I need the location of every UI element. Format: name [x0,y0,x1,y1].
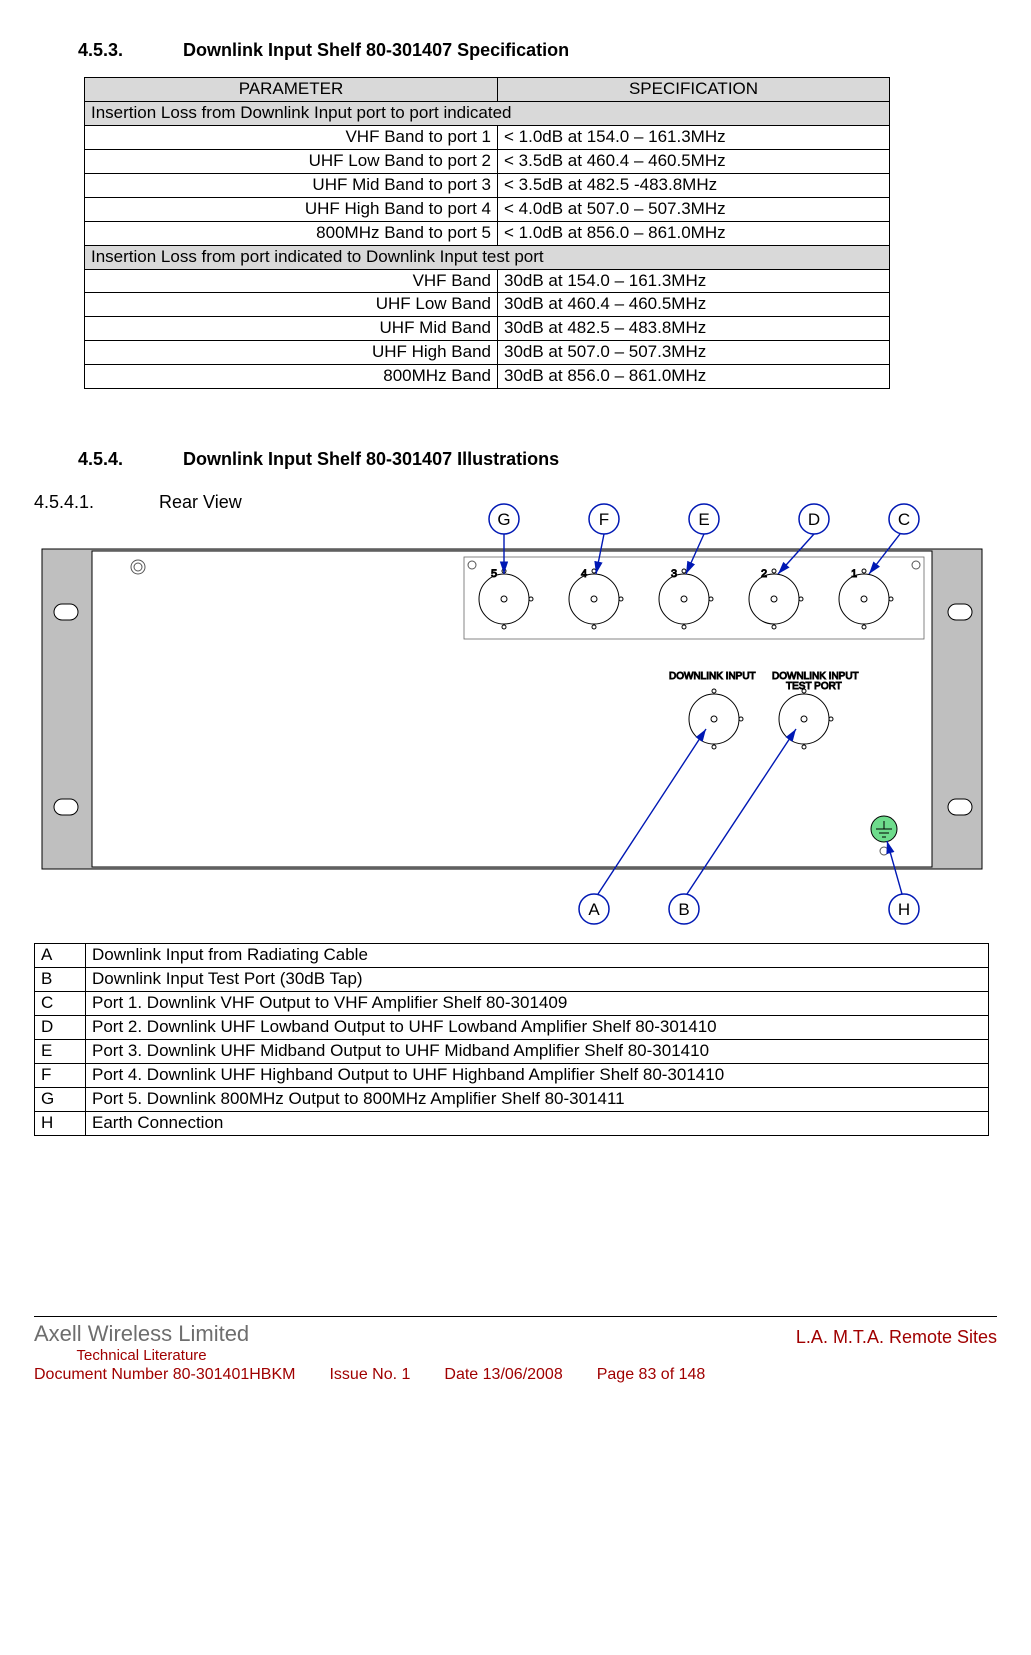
callout-k: D [35,1016,86,1040]
svg-text:2: 2 [761,568,767,580]
footer-left: Axell Wireless Limited Technical Literat… [34,1321,249,1364]
callout-v: Port 4. Downlink UHF Highband Output to … [86,1063,989,1087]
spec-r: UHF High Band to port 4 [85,197,498,221]
footer-date: Date 13/06/2008 [444,1366,562,1384]
spec-r: < 1.0dB at 154.0 – 161.3MHz [498,125,890,149]
footer-company: Axell Wireless Limited [34,1321,249,1347]
heading-453: 4.5.3. Downlink Input Shelf 80-301407 Sp… [78,40,997,61]
spec-r: < 1.0dB at 856.0 – 861.0MHz [498,221,890,245]
heading-454: 4.5.4. Downlink Input Shelf 80-301407 Il… [78,449,997,470]
svg-text:DOWNLINK INPUT: DOWNLINK INPUT [669,671,756,682]
callout-v: Downlink Input Test Port (30dB Tap) [86,968,989,992]
callout-v: Port 2. Downlink UHF Lowband Output to U… [86,1016,989,1040]
spec-hdr-param: PARAMETER [85,78,498,102]
spec-r: 30dB at 460.4 – 460.5MHz [498,293,890,317]
heading-454-num: 4.5.4. [78,449,178,470]
spec-r: 30dB at 482.5 – 483.8MHz [498,317,890,341]
spec-r: 30dB at 154.0 – 161.3MHz [498,269,890,293]
spec-group2: Insertion Loss from port indicated to Do… [85,245,890,269]
callout-k: G [35,1087,86,1111]
spec-r: VHF Band [85,269,498,293]
spec-group1: Insertion Loss from Downlink Input port … [85,101,890,125]
footer-site: L.A. M.T.A. Remote Sites [796,1327,997,1348]
svg-text:3: 3 [671,568,677,580]
callout-v: Port 1. Downlink VHF Output to VHF Ampli… [86,992,989,1016]
footer-doc: Document Number 80-301401HBKM [34,1366,295,1384]
spec-r: 30dB at 507.0 – 507.3MHz [498,341,890,365]
svg-text:G: G [497,510,510,529]
footer: Axell Wireless Limited Technical Literat… [34,1316,997,1364]
svg-text:D: D [808,510,820,529]
callout-k: F [35,1063,86,1087]
svg-text:5: 5 [491,568,497,580]
spec-hdr-spec: SPECIFICATION [498,78,890,102]
footer-issue: Issue No. 1 [329,1366,410,1384]
spec-r: < 3.5dB at 460.4 – 460.5MHz [498,149,890,173]
spec-r: < 3.5dB at 482.5 -483.8MHz [498,173,890,197]
svg-text:4: 4 [581,568,587,580]
spec-r: UHF Low Band to port 2 [85,149,498,173]
svg-text:B: B [678,900,689,919]
svg-text:E: E [698,510,709,529]
svg-text:A: A [588,900,600,919]
callout-v: Earth Connection [86,1111,989,1135]
svg-text:C: C [898,510,910,529]
heading-453-num: 4.5.3. [78,40,178,61]
callout-v: Downlink Input from Radiating Cable [86,944,989,968]
footer-techlit: Technical Literature [34,1347,249,1364]
spec-r: VHF Band to port 1 [85,125,498,149]
spec-r: 800MHz Band [85,365,498,389]
spec-r: UHF Mid Band to port 3 [85,173,498,197]
svg-text:F: F [599,510,609,529]
callout-v: Port 3. Downlink UHF Midband Output to U… [86,1039,989,1063]
callouts-table: ADownlink Input from Radiating Cable BDo… [34,943,989,1136]
footer-bottom: Document Number 80-301401HBKM Issue No. … [34,1366,997,1384]
heading-454-title: Downlink Input Shelf 80-301407 Illustrat… [183,449,559,469]
spec-r: 800MHz Band to port 5 [85,221,498,245]
svg-text:TEST PORT: TEST PORT [786,681,842,692]
spec-r: 30dB at 856.0 – 861.0MHz [498,365,890,389]
heading-453-title: Downlink Input Shelf 80-301407 Specifica… [183,40,569,60]
callout-k: B [35,968,86,992]
spec-table: PARAMETER SPECIFICATION Insertion Loss f… [84,77,890,389]
callout-k: C [35,992,86,1016]
callout-k: A [35,944,86,968]
rear-view-diagram: 5 4 3 2 1 DOWNLINK INPUT DOWNLINK INPUT … [34,499,989,929]
spec-r: < 4.0dB at 507.0 – 507.3MHz [498,197,890,221]
svg-text:H: H [898,900,910,919]
footer-page: Page 83 of 148 [597,1366,706,1384]
spec-r: UHF Low Band [85,293,498,317]
callout-k: H [35,1111,86,1135]
spec-r: UHF Mid Band [85,317,498,341]
callout-v: Port 5. Downlink 800MHz Output to 800MHz… [86,1087,989,1111]
spec-r: UHF High Band [85,341,498,365]
callout-k: E [35,1039,86,1063]
svg-text:1: 1 [851,568,857,580]
